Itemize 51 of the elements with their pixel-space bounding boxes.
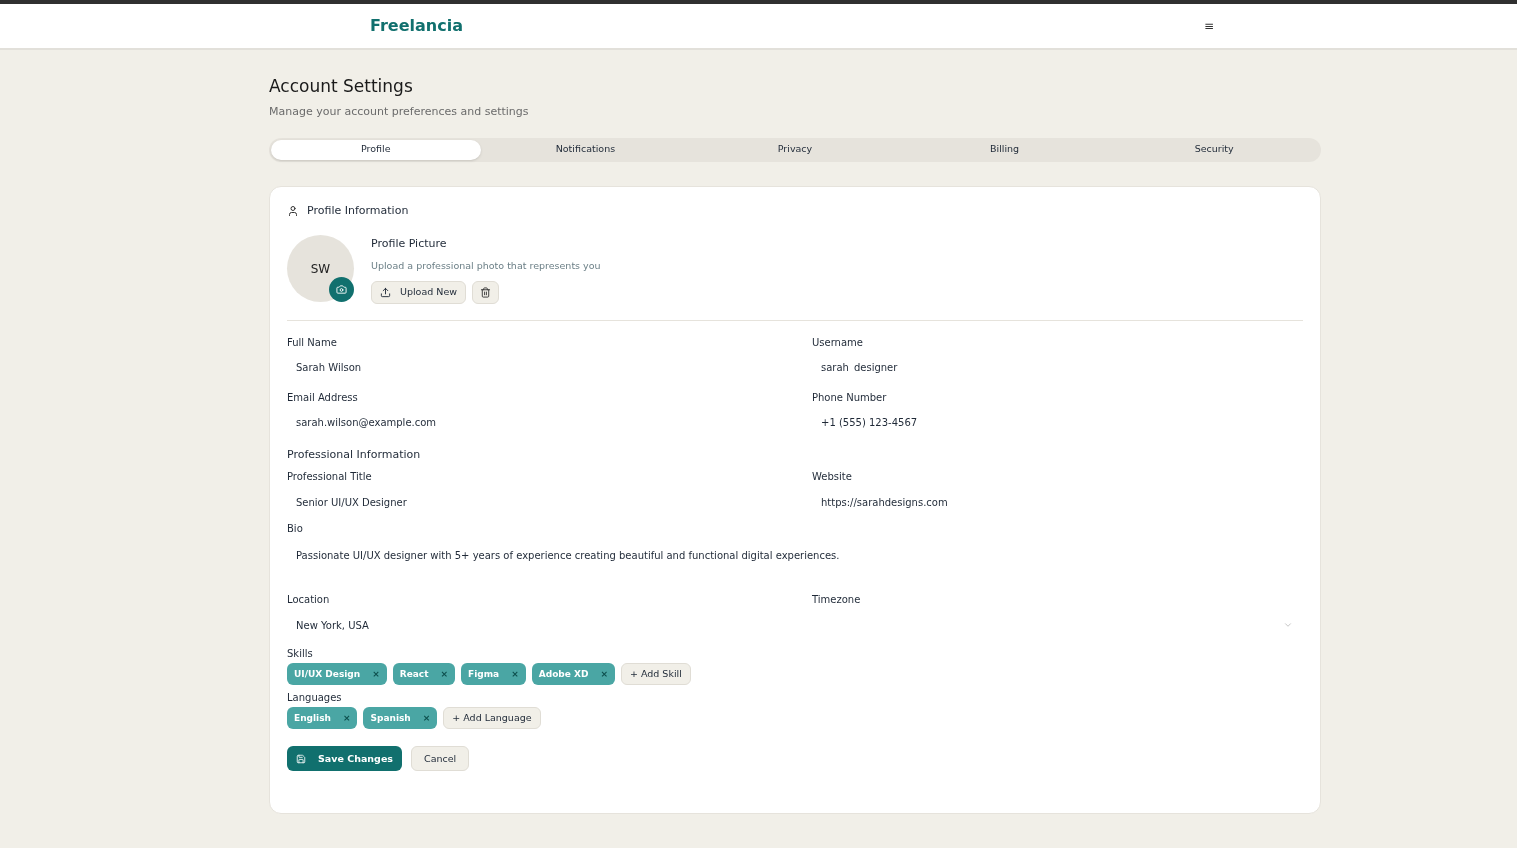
- add-skill-button[interactable]: + Add Skill: [620, 663, 691, 686]
- picture-hint: Upload a professional photo that represents you: [371, 258, 601, 273]
- input-field[interactable]: +1 (555) 123-4567: [812, 411, 1303, 434]
- add-language-button[interactable]: + Add Language: [443, 707, 541, 730]
- field-label: Bio: [287, 522, 304, 537]
- input-field[interactable]: https://sarahdesigns.com: [812, 491, 1303, 514]
- input-field[interactable]: Passionate UI/UX designer with 5+ years of experience creating beautiful and functional digital experiences.: [287, 543, 1303, 584]
- tab[interactable]: Billing: [899, 139, 1110, 160]
- field-label: Location: [287, 593, 331, 608]
- input-field[interactable]: sarah_designer: [812, 356, 1303, 379]
- user-icon: [287, 204, 299, 217]
- field-label: Email Address: [287, 390, 359, 405]
- input-field[interactable]: New York, USA: [287, 614, 778, 637]
- field-label: Full Name: [287, 335, 338, 350]
- tab[interactable]: Notifications: [480, 139, 691, 160]
- tab[interactable]: Privacy: [690, 139, 900, 160]
- page-subtitle: Manage your account preferences and settings: [269, 104, 530, 120]
- field-label: Languages: [287, 691, 343, 706]
- tag-label: English: [294, 711, 331, 725]
- tab[interactable]: Security: [1109, 139, 1319, 160]
- tag-label: React: [399, 667, 429, 681]
- field-label: Username: [812, 335, 864, 350]
- input-field[interactable]: sarah.wilson@example.com: [287, 411, 778, 434]
- upload-icon: [380, 286, 391, 298]
- tag-label: UI/UX Design: [294, 667, 361, 681]
- menu-button[interactable]: ≡: [1203, 17, 1214, 35]
- card-title: Profile Information: [307, 202, 409, 219]
- camera-icon: [336, 284, 347, 295]
- field-label: Timezone: [812, 593, 862, 608]
- delete-button[interactable]: [472, 280, 500, 304]
- tag-label: Spanish: [370, 711, 411, 725]
- save-icon: [296, 753, 306, 764]
- logo[interactable]: Freelancia: [370, 14, 463, 38]
- cancel-button[interactable]: Cancel: [411, 746, 470, 772]
- trash-icon: [480, 286, 492, 298]
- avatar-initials: SW: [310, 260, 331, 278]
- camera-button[interactable]: [329, 277, 354, 302]
- upload-button[interactable]: Upload New: [371, 280, 467, 304]
- page-title: Account Settings: [269, 75, 414, 98]
- tag-label: Figma: [468, 667, 500, 681]
- field-label: Website: [812, 470, 853, 485]
- field-label: Skills: [287, 647, 314, 662]
- picture-title: Profile Picture: [371, 236, 448, 252]
- input-field[interactable]: Senior UI/UX Designer: [287, 491, 778, 514]
- tag-label: Adobe XD: [538, 667, 589, 681]
- field-label: Phone Number: [812, 390, 888, 405]
- field-label: Professional Title: [287, 470, 373, 485]
- save-button[interactable]: Save Changes: [287, 746, 402, 772]
- section-title: Professional Information: [287, 446, 422, 463]
- tab[interactable]: Profile: [271, 139, 481, 160]
- input-field[interactable]: Sarah Wilson: [287, 356, 778, 379]
